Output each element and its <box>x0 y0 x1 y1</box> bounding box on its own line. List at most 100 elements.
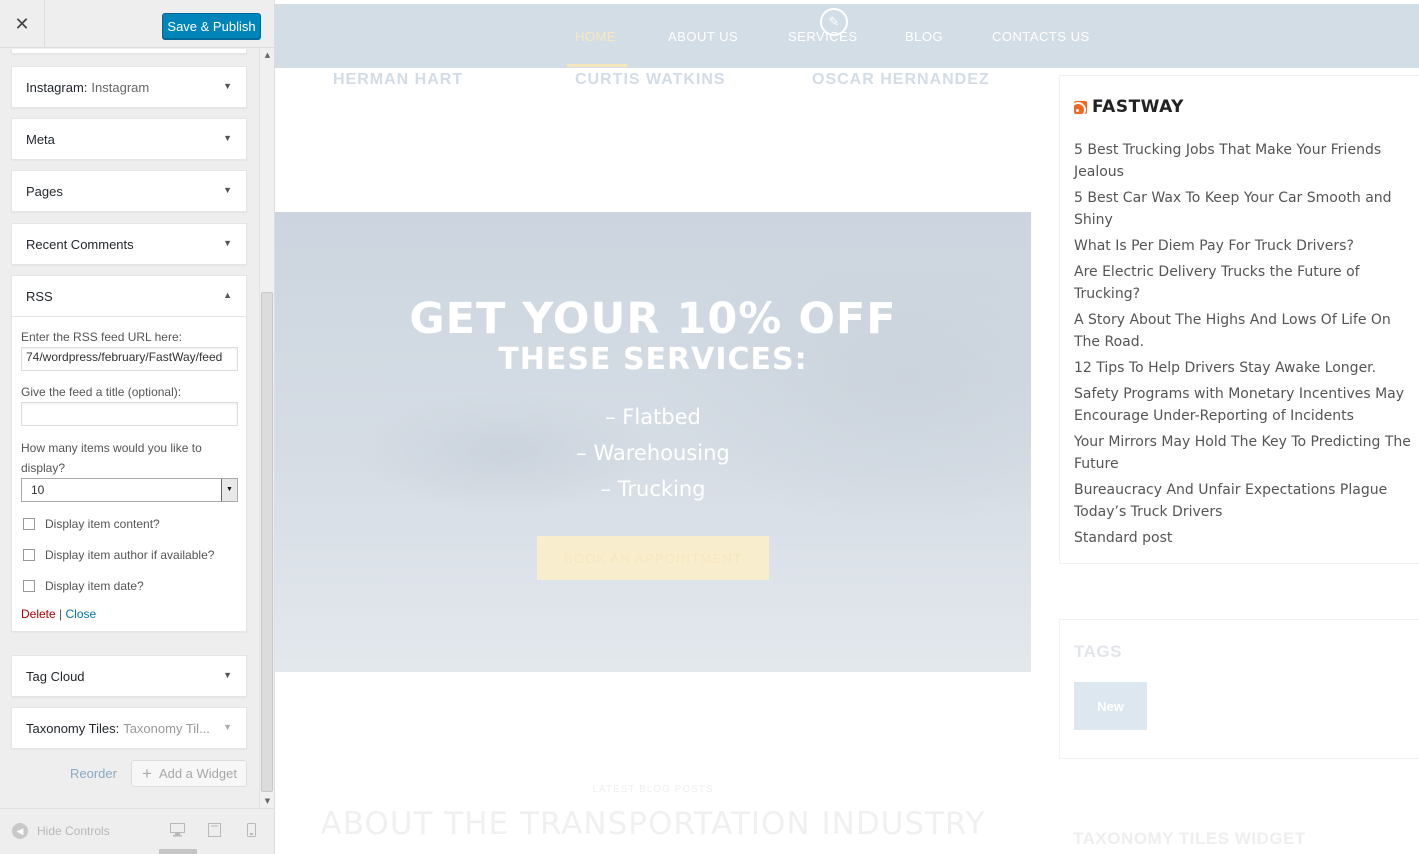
widget-title: Tag Cloud <box>26 668 85 684</box>
widget-title: Recent Comments <box>26 236 134 252</box>
author-checkbox[interactable] <box>23 548 35 561</box>
pencil-icon[interactable]: ✎ <box>820 8 848 36</box>
promo-banner: GET YOUR 10% OFF THESE SERVICES: – Flatb… <box>275 212 1031 672</box>
team-member-name: CURTIS WATKINS <box>575 71 726 88</box>
checkbox-label: Display item author if available? <box>45 547 215 562</box>
rss-url-label: Enter the RSS feed URL here: <box>21 330 182 344</box>
expand-arrow-icon[interactable]: ▼ <box>223 722 232 732</box>
widget-title: Meta <box>26 131 55 147</box>
widget-pages[interactable]: Pages ▼ <box>11 170 247 212</box>
rss-post-link[interactable]: What Is Per Diem Pay For Truck Drivers? <box>1074 235 1412 257</box>
rss-option-date: Display item date? <box>21 570 237 601</box>
sidebar-header: ✕ Save & Publish <box>0 0 274 48</box>
widget-tag-cloud-header[interactable]: Tag Cloud ▼ <box>12 656 246 696</box>
content-checkbox[interactable] <box>23 517 35 530</box>
widget-partial-top <box>11 49 247 54</box>
rss-post-link[interactable]: Your Mirrors May Hold The Key To Predict… <box>1074 431 1412 475</box>
taxonomy-widget-title: TAXONOMY TILES WIDGET <box>1073 829 1306 848</box>
rss-post-link[interactable]: Safety Programs with Monetary Incentives… <box>1074 383 1412 427</box>
rss-option-author: Display item author if available? <box>21 539 237 570</box>
promo-service-item: – Trucking <box>600 477 706 501</box>
desktop-icon[interactable] <box>170 823 185 841</box>
blog-section-title: ABOUT THE TRANSPORTATION INDUSTRY <box>320 806 986 842</box>
promo-title: GET YOUR 10% OFF <box>409 294 897 344</box>
delete-widget-link[interactable]: Delete <box>21 607 56 621</box>
collapse-arrow-icon[interactable]: ▲ <box>223 290 232 300</box>
rss-post-link[interactable]: Standard post <box>1074 527 1412 549</box>
tags-widget: TAGS New <box>1059 619 1419 759</box>
nav-item-contacts-us[interactable]: CONTACTS US <box>992 29 1090 44</box>
widget-instagram-header[interactable]: Instagram: Instagram ▼ <box>12 67 246 107</box>
rss-post-link[interactable]: Bureaucracy And Unfair Expectations Plag… <box>1074 479 1412 523</box>
team-member-name: HERMAN HART <box>333 71 464 88</box>
expand-arrow-icon[interactable]: ▼ <box>223 670 232 680</box>
scroll-up-arrow-icon[interactable]: ▲ <box>262 49 273 61</box>
chevron-down-icon[interactable]: ▼ <box>221 479 237 501</box>
rss-items-selected: 10 <box>31 483 45 497</box>
tag-button[interactable]: New <box>1074 682 1147 730</box>
widget-tag-cloud[interactable]: Tag Cloud ▼ <box>11 655 247 697</box>
expand-arrow-icon[interactable]: ▼ <box>223 81 232 91</box>
widget-recent-comments-header[interactable]: Recent Comments ▼ <box>12 224 246 264</box>
rss-post-link[interactable]: 12 Tips To Help Drivers Stay Awake Longe… <box>1074 357 1412 379</box>
book-appointment-button[interactable]: BOOK AN APPOINTMENT <box>537 536 769 580</box>
hide-controls-label: Hide Controls <box>37 824 110 838</box>
nav-item-about-us[interactable]: ABOUT US <box>668 29 738 44</box>
rss-widget-form: Enter the RSS feed URL here: 74/wordpres… <box>12 316 246 631</box>
close-customizer-button[interactable]: ✕ <box>0 0 45 48</box>
expand-arrow-icon[interactable]: ▼ <box>223 133 232 143</box>
rss-items-select[interactable]: 10 ▼ <box>21 478 238 502</box>
promo-service-item: – Warehousing <box>576 441 730 465</box>
rss-post-link[interactable]: A Story About The Highs And Lows Of Life… <box>1074 309 1412 353</box>
promo-subtitle: THESE SERVICES: <box>498 342 808 377</box>
widget-instagram[interactable]: Instagram: Instagram ▼ <box>11 66 247 108</box>
sidebar-scrollbar[interactable]: ▲ ▼ <box>259 49 274 807</box>
customizer-sidebar: ✕ Save & Publish Instagram: Instagram ▼ … <box>0 0 275 854</box>
checkbox-label: Display item content? <box>45 516 160 531</box>
rss-post-link[interactable]: 5 Best Car Wax To Keep Your Car Smooth a… <box>1074 187 1412 231</box>
mobile-icon[interactable] <box>247 823 256 841</box>
save-publish-button[interactable]: Save & Publish <box>162 13 261 39</box>
add-widget-button[interactable]: + Add a Widget <box>131 760 247 787</box>
widget-meta[interactable]: Meta ▼ <box>11 118 247 160</box>
widget-title: Taxonomy Tiles: <box>26 720 120 736</box>
rss-feed-widget: FASTWAY 5 Best Trucking Jobs That Make Y… <box>1059 75 1419 564</box>
rss-items-label: How many items would you like to display… <box>21 441 202 475</box>
nav-item-blog[interactable]: BLOG <box>905 29 943 44</box>
nav-item-home[interactable]: HOME <box>575 29 616 44</box>
expand-arrow-icon[interactable]: ▼ <box>223 185 232 195</box>
add-widget-label: Add a Widget <box>158 766 237 781</box>
reorder-widgets-link[interactable]: Reorder <box>70 766 117 781</box>
rss-post-link[interactable]: 5 Best Trucking Jobs That Make Your Frie… <box>1074 139 1412 183</box>
widgets-panel: Instagram: Instagram ▼ Meta ▼ Pages ▼ Re… <box>0 49 260 807</box>
plus-icon: + <box>142 763 152 783</box>
widget-taxonomy-tiles[interactable]: Taxonomy Tiles: Taxonomy Til... ▼ <box>11 707 247 749</box>
close-widget-link[interactable]: Close <box>66 607 97 621</box>
scroll-down-arrow-icon[interactable]: ▼ <box>262 795 273 807</box>
rss-feed-icon[interactable] <box>1074 100 1087 114</box>
scrollbar-thumb[interactable] <box>261 292 273 792</box>
rss-post-link[interactable]: Are Electric Delivery Trucks the Future … <box>1074 261 1412 305</box>
tablet-icon[interactable] <box>208 823 221 841</box>
widget-title: Pages <box>26 183 63 199</box>
widget-meta-header[interactable]: Meta ▼ <box>12 119 246 159</box>
rss-post-list: 5 Best Trucking Jobs That Make Your Frie… <box>1074 139 1412 553</box>
widget-rss[interactable]: RSS ▲ Enter the RSS feed URL here: 74/wo… <box>11 275 247 632</box>
widget-pages-header[interactable]: Pages ▼ <box>12 171 246 211</box>
rss-url-input[interactable]: 74/wordpress/february/FastWay/feed <box>21 347 238 371</box>
widget-recent-comments[interactable]: Recent Comments ▼ <box>11 223 247 265</box>
rss-title-input[interactable] <box>21 402 238 426</box>
site-preview: HOME ABOUT US SERVICES BLOG CONTACTS US … <box>275 0 1419 854</box>
widget-taxonomy-tiles-header[interactable]: Taxonomy Tiles: Taxonomy Til... ▼ <box>12 708 246 748</box>
sidebar-footer: ◀ Hide Controls <box>0 808 274 854</box>
widget-rss-header[interactable]: RSS ▲ <box>12 276 246 316</box>
rss-widget-heading[interactable]: FASTWAY <box>1074 97 1184 117</box>
expand-arrow-icon[interactable]: ▼ <box>223 238 232 248</box>
main-navigation: HOME ABOUT US SERVICES BLOG CONTACTS US … <box>275 4 1419 68</box>
widget-title: Instagram: <box>26 79 88 95</box>
checkbox-label: Display item date? <box>45 578 144 593</box>
hide-controls-button[interactable]: ◀ Hide Controls <box>12 823 110 839</box>
date-checkbox[interactable] <box>23 579 35 592</box>
widget-actions: Delete | Close <box>21 607 237 621</box>
rss-widget-title[interactable]: FASTWAY <box>1092 97 1184 117</box>
